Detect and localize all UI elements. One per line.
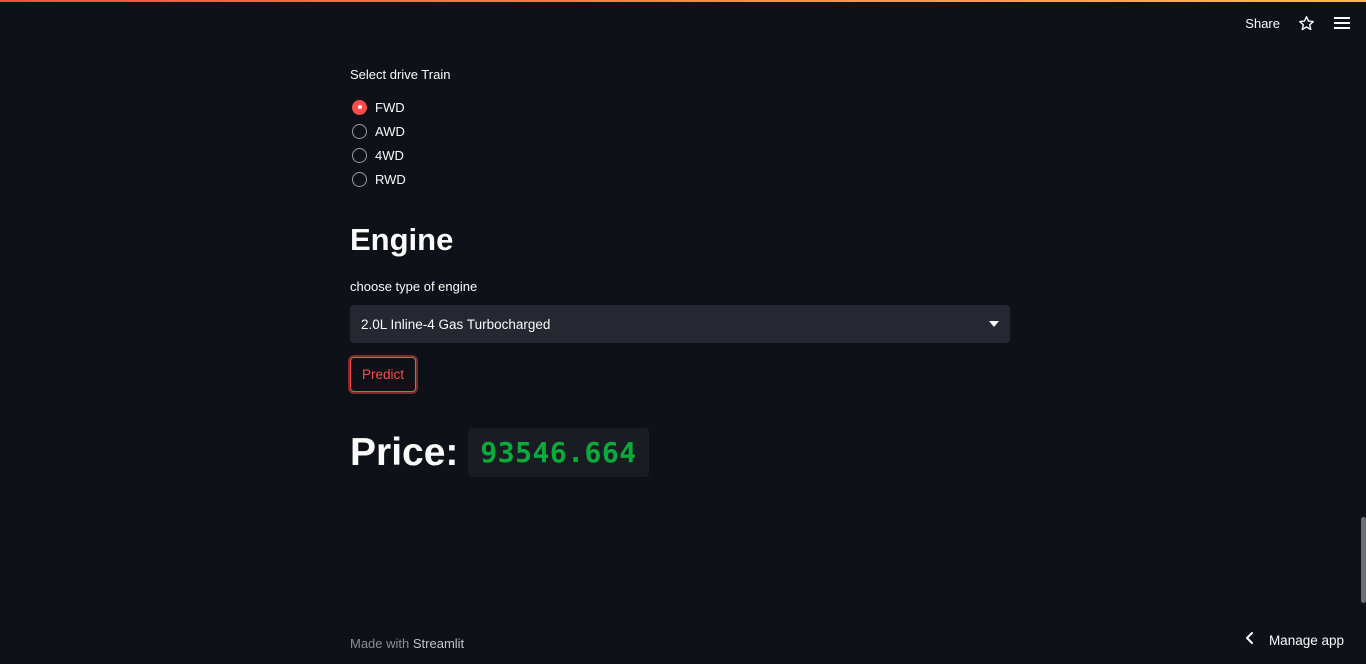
radio-unselected-indicator[interactable] bbox=[352, 171, 367, 187]
radio-option-fwd[interactable]: FWD bbox=[352, 95, 406, 119]
radio-option-label: AWD bbox=[375, 123, 405, 139]
top-toolbar: Share bbox=[1245, 10, 1352, 36]
predict-button[interactable]: Predict bbox=[350, 357, 417, 392]
radio-option-awd[interactable]: AWD bbox=[352, 119, 406, 143]
chevron-down-icon[interactable] bbox=[989, 321, 999, 327]
engine-select[interactable]: 2.0L Inline-4 Gas Turbocharged bbox=[350, 305, 1010, 343]
scrollbar-thumb[interactable] bbox=[1361, 517, 1366, 603]
footer: Made with Streamlit bbox=[350, 636, 464, 651]
chevron-left-icon bbox=[1245, 631, 1255, 650]
drive-train-label: Select drive Train bbox=[350, 67, 451, 82]
star-icon[interactable] bbox=[1296, 13, 1316, 33]
header-decoration-bar bbox=[0, 0, 1366, 2]
hamburger-menu-icon[interactable] bbox=[1332, 13, 1352, 33]
manage-app-button[interactable]: Manage app bbox=[1245, 630, 1344, 650]
radio-option-label: 4WD bbox=[375, 147, 404, 163]
radio-unselected-indicator[interactable] bbox=[352, 147, 367, 163]
drive-train-radio-group: FWD AWD 4WD RWD bbox=[352, 95, 406, 191]
price-label: Price: bbox=[350, 430, 459, 474]
engine-heading: Engine bbox=[350, 222, 454, 257]
radio-unselected-indicator[interactable] bbox=[352, 123, 367, 139]
footer-made-with: Made with bbox=[350, 636, 410, 651]
engine-select-label: choose type of engine bbox=[350, 279, 478, 294]
price-value: 93546.664 bbox=[468, 428, 649, 477]
radio-selected-indicator[interactable] bbox=[352, 99, 367, 115]
share-button[interactable]: Share bbox=[1245, 16, 1280, 31]
price-display: Price: 93546.664 bbox=[350, 428, 649, 477]
radio-option-4wd[interactable]: 4WD bbox=[352, 143, 406, 167]
engine-select-value: 2.0L Inline-4 Gas Turbocharged bbox=[361, 316, 551, 332]
radio-option-rwd[interactable]: RWD bbox=[352, 167, 406, 191]
radio-option-label: FWD bbox=[375, 99, 405, 115]
footer-brand-link[interactable]: Streamlit bbox=[413, 636, 464, 651]
manage-app-label: Manage app bbox=[1268, 632, 1344, 648]
radio-option-label: RWD bbox=[375, 171, 406, 187]
